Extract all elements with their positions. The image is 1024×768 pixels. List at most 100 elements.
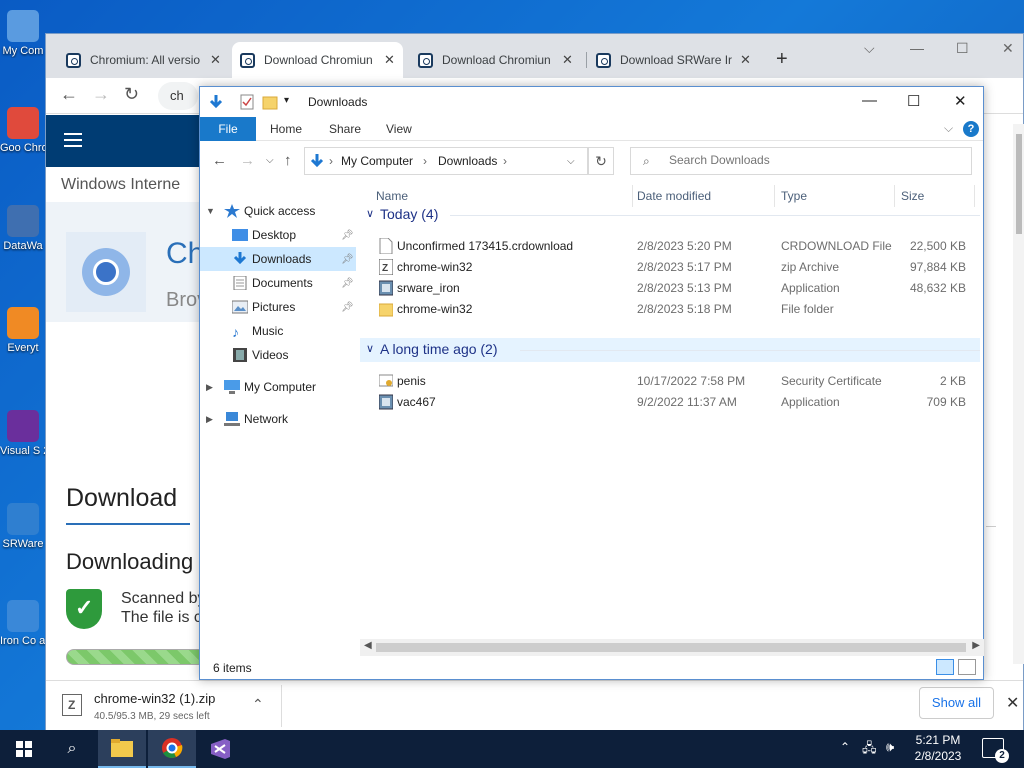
file-row[interactable]: Zchrome-win32 2/8/2023 5:17 PM zip Archive… [360, 256, 980, 277]
search-button[interactable]: ⌕ [48, 730, 96, 768]
file-row[interactable]: srware_iron 2/8/2023 5:13 PM Application 48… [360, 277, 980, 298]
details-view-icon[interactable] [936, 659, 954, 675]
tab-close-icon[interactable]: ✕ [210, 52, 221, 68]
back-icon[interactable]: ← [60, 84, 78, 105]
file-row[interactable]: vac467 9/2/2022 11:37 AM Application 709 KB [360, 391, 980, 412]
nav-desktop[interactable]: Desktop 📌︎ [200, 223, 356, 247]
up-icon[interactable]: ↑ [284, 152, 292, 169]
address-segment-my-computer[interactable]: My Computer [341, 154, 413, 168]
close-shelf-icon[interactable]: ✕ [1006, 693, 1019, 713]
desktop-shortcut[interactable]: Iron Co and Ba [0, 600, 46, 648]
chevron-right-icon[interactable]: › [503, 154, 507, 168]
customize-qat-icon[interactable]: ▾ [284, 95, 289, 111]
ribbon-tab-home[interactable]: Home [260, 117, 312, 141]
desktop-shortcut[interactable]: SRWare [0, 503, 46, 551]
taskbar-file-explorer[interactable] [98, 730, 146, 768]
desktop-shortcut[interactable]: Goo Chro [0, 107, 46, 155]
large-icons-view-icon[interactable] [958, 659, 976, 675]
scroll-left-icon[interactable]: ◀ [364, 640, 372, 651]
expand-ribbon-icon[interactable]: ⌵ [944, 121, 953, 136]
minimize-icon[interactable]: — [862, 92, 877, 109]
start-button[interactable] [0, 730, 48, 768]
ribbon-tab-view[interactable]: View [376, 117, 422, 141]
horizontal-scrollbar[interactable]: ◀ ▶ [360, 639, 984, 656]
file-row[interactable]: chrome-win32 2/8/2023 5:18 PM File folder [360, 298, 980, 319]
page-scrollbar[interactable] [1013, 124, 1024, 664]
address-bar[interactable]: › My Computer › Downloads › ⌵ [304, 147, 588, 175]
new-folder-icon[interactable] [262, 94, 278, 110]
close-icon[interactable]: ✕ [954, 92, 967, 110]
tab-search-icon[interactable]: ⌵ [864, 40, 875, 57]
reload-icon[interactable]: ↻ [124, 84, 139, 105]
nav-videos[interactable]: Videos [200, 343, 356, 367]
tab-close-icon[interactable]: ✕ [740, 52, 751, 68]
forward-icon[interactable]: → [240, 152, 255, 169]
maximize-icon[interactable]: ☐ [907, 92, 920, 110]
chevron-down-icon[interactable]: ∨ [366, 207, 374, 220]
pin-icon[interactable]: 📌︎ [341, 302, 354, 313]
scroll-right-icon[interactable]: ▶ [972, 640, 980, 651]
file-row[interactable]: Unconfirmed 173415.crdownload 2/8/2023 5:… [360, 235, 980, 256]
help-icon[interactable]: ? [963, 121, 979, 137]
pin-icon[interactable]: 📌︎ [341, 278, 354, 289]
clock[interactable]: 5:21 PM 2/8/2023 [908, 732, 968, 764]
properties-icon[interactable] [240, 94, 254, 110]
recent-locations-icon[interactable]: ⌵ [266, 155, 274, 166]
new-tab-button[interactable]: + [776, 48, 788, 71]
show-all-button[interactable]: Show all [919, 687, 994, 719]
search-box[interactable]: ⌕ [630, 147, 972, 175]
file-group-header[interactable]: ∨ Today (4) [360, 203, 980, 227]
ribbon-tab-share[interactable]: Share [319, 117, 371, 141]
tab-close-icon[interactable]: ✕ [562, 52, 573, 68]
nav-network[interactable]: ▶ Network [200, 407, 356, 431]
address-segment-downloads[interactable]: Downloads [438, 154, 497, 168]
column-header-name[interactable]: Name [376, 189, 408, 203]
download-item[interactable]: chrome-win32 (1).zip 40.5/95.3 MB, 29 se… [54, 685, 282, 727]
desktop-shortcut[interactable]: Visual S 201 [0, 410, 46, 458]
desktop-shortcut[interactable]: Everyt [0, 307, 46, 355]
tab-chromium-versions[interactable]: Chromium: All versio ✕ [58, 42, 229, 78]
chevron-down-icon[interactable]: ▼ [206, 206, 215, 216]
chevron-right-icon[interactable]: ▶ [206, 414, 213, 425]
chevron-right-icon[interactable]: › [329, 154, 333, 168]
chevron-up-icon[interactable]: ⌃ [252, 696, 264, 713]
nav-pictures[interactable]: Pictures 📌︎ [200, 295, 356, 319]
chevron-down-icon[interactable]: ∨ [366, 342, 374, 355]
minimize-icon[interactable]: — [910, 40, 924, 56]
tab-download-chromium-2[interactable]: Download Chromiun ✕ [410, 42, 581, 78]
tray-chevron-icon[interactable]: ⌃ [840, 740, 850, 768]
column-header-type[interactable]: Type [781, 189, 807, 203]
forward-icon[interactable]: → [92, 84, 110, 105]
nav-downloads[interactable]: Downloads 📌︎ [200, 247, 356, 271]
chevron-right-icon[interactable]: › [423, 154, 427, 168]
pin-icon[interactable]: 📌︎ [341, 230, 354, 241]
tab-close-icon[interactable]: ✕ [384, 52, 395, 68]
back-icon[interactable]: ← [212, 152, 227, 169]
scrollbar-thumb[interactable] [376, 643, 966, 652]
nav-quick-access[interactable]: ▼ Quick access [200, 199, 356, 223]
notification-icon[interactable]: 2 [982, 738, 1009, 763]
volume-icon[interactable]: 🕪︎ [886, 739, 894, 768]
address-dropdown-icon[interactable]: ⌵ [567, 156, 575, 167]
close-icon[interactable]: ✕ [1002, 40, 1014, 57]
file-group-header[interactable]: ∨ A long time ago (2) [360, 338, 980, 362]
chevron-right-icon[interactable]: ▶ [206, 382, 213, 393]
tab-download-srware[interactable]: Download SRWare Ir ✕ [588, 42, 759, 78]
column-header-size[interactable]: Size [901, 189, 924, 203]
taskbar-chromium[interactable] [148, 730, 196, 768]
desktop-shortcut[interactable]: My Com [0, 10, 46, 58]
nav-music[interactable]: ♪ Music [200, 319, 356, 343]
menu-icon[interactable] [64, 133, 82, 147]
nav-my-computer[interactable]: ▶ My Computer [200, 375, 356, 399]
search-input[interactable] [669, 153, 959, 167]
column-header-date[interactable]: Date modified [637, 189, 711, 203]
pin-icon[interactable]: 📌︎ [341, 254, 354, 265]
omnibox[interactable]: ch [158, 82, 198, 110]
ribbon-tab-file[interactable]: File [200, 117, 256, 141]
file-row[interactable]: penis 10/17/2022 7:58 PM Security Certific… [360, 370, 980, 391]
maximize-icon[interactable]: ☐ [956, 40, 969, 57]
taskbar-visual-studio[interactable] [196, 730, 244, 768]
refresh-icon[interactable]: ↻ [588, 147, 614, 175]
nav-documents[interactable]: Documents 📌︎ [200, 271, 356, 295]
tab-download-chromium-1[interactable]: Download Chromiun ✕ [232, 42, 403, 78]
